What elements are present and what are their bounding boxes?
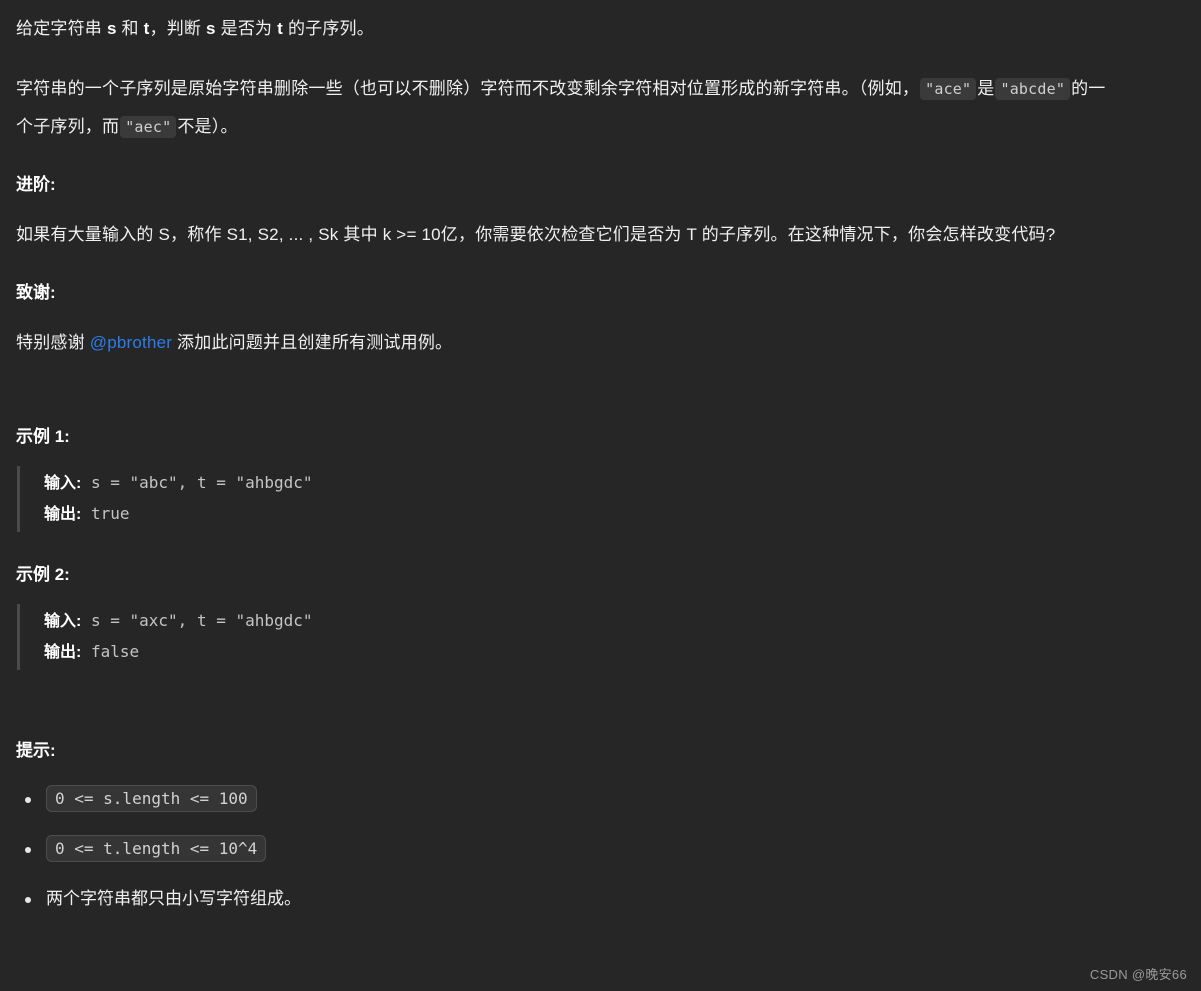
acknowledgement-heading: 致谢: xyxy=(16,283,56,302)
followup-text: 如果有大量输入的 S，称作 S1, S2, ... , Sk 其中 k >= 1… xyxy=(16,225,1056,244)
example-1-input-line: 输入: s = "abc", t = "ahbgdc" xyxy=(44,468,1185,499)
example-1-block: 输入: s = "abc", t = "ahbgdc" 输出: true xyxy=(17,466,1185,532)
statement-seg-5: 的子序列。 xyxy=(283,19,374,38)
inline-code-aec: "aec" xyxy=(120,116,177,138)
list-item: 0 <= t.length <= 10^4 xyxy=(16,834,1185,864)
problem-statement-line-2: 字符串的一个子序列是原始字符串删除一些（也可以不删除）字符而不改变剩余字符相对位… xyxy=(16,70,1106,146)
ack-suffix: 添加此问题并且创建所有测试用例。 xyxy=(172,333,453,352)
definition-seg-2: 是 xyxy=(977,79,995,98)
example-2-output-line: 输出: false xyxy=(44,637,1185,668)
var-s-1: s xyxy=(106,19,117,38)
inline-code-ace: "ace" xyxy=(920,78,977,100)
definition-seg-4: 不是）。 xyxy=(177,117,238,136)
list-item: 0 <= s.length <= 100 xyxy=(16,784,1185,814)
hints-list: 0 <= s.length <= 100 0 <= t.length <= 10… xyxy=(16,784,1185,914)
definition-seg-1: 字符串的一个子序列是原始字符串删除一些（也可以不删除）字符而不改变剩余字符相对位… xyxy=(16,79,920,98)
example-2-input-line: 输入: s = "axc", t = "ahbgdc" xyxy=(44,606,1185,637)
problem-description-page: 给定字符串 s 和 t，判断 s 是否为 t 的子序列。 字符串的一个子序列是原… xyxy=(0,0,1201,991)
example-1-output-line: 输出: true xyxy=(44,499,1185,530)
pbrother-link[interactable]: @pbrother xyxy=(90,333,172,352)
acknowledgement-text: 特别感谢 @pbrother 添加此问题并且创建所有测试用例。 xyxy=(16,324,1106,362)
content-body: 给定字符串 s 和 t，判断 s 是否为 t 的子序列。 字符串的一个子序列是原… xyxy=(0,0,1201,914)
example-2-heading: 示例 2: xyxy=(16,565,70,584)
followup-heading: 进阶: xyxy=(16,175,56,194)
var-s-2: s xyxy=(206,19,216,38)
example-1-output-label: 输出: xyxy=(44,506,82,523)
ack-prefix: 特别感谢 xyxy=(16,333,90,352)
example-2-block: 输入: s = "axc", t = "ahbgdc" 输出: false xyxy=(17,604,1185,670)
inline-code-abcde: "abcde" xyxy=(995,78,1071,100)
example-2-output-label: 输出: xyxy=(44,644,82,661)
list-item: 两个字符串都只由小写字符组成。 xyxy=(16,884,1185,914)
problem-statement-line-1: 给定字符串 s 和 t，判断 s 是否为 t 的子序列。 xyxy=(16,10,1106,48)
hint-text-lowercase: 两个字符串都只由小写字符组成。 xyxy=(46,889,301,908)
hint-chip-s-length: 0 <= s.length <= 100 xyxy=(46,785,257,812)
hints-heading: 提示: xyxy=(16,741,56,760)
example-2-input-value: s = "axc", t = "ahbgdc" xyxy=(81,611,313,630)
statement-seg-2: 和 xyxy=(116,19,144,38)
example-1-input-value: s = "abc", t = "ahbgdc" xyxy=(81,473,313,492)
statement-seg-3: ，判断 xyxy=(149,19,207,38)
example-2-input-label: 输入: xyxy=(44,613,82,630)
statement-seg-4: 是否为 xyxy=(215,19,278,38)
hint-chip-t-length: 0 <= t.length <= 10^4 xyxy=(46,835,267,862)
example-1-heading: 示例 1: xyxy=(16,427,70,446)
csdn-watermark: CSDN @晚安66 xyxy=(1089,967,1187,982)
example-1-output-value: true xyxy=(81,504,130,523)
example-1-input-label: 输入: xyxy=(44,475,82,492)
statement-seg-1: 给定字符串 xyxy=(16,19,107,38)
example-2-output-value: false xyxy=(81,642,140,661)
